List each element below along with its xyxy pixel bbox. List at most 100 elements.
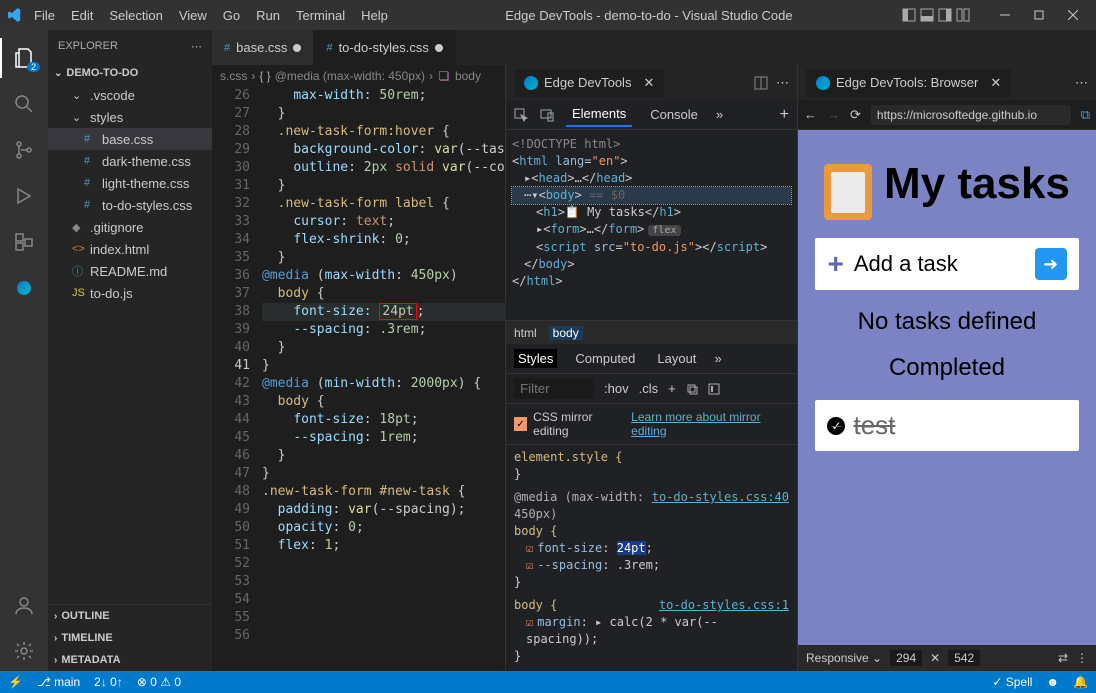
menu-selection[interactable]: Selection [101, 4, 170, 27]
computed-tab[interactable]: Computed [571, 349, 639, 368]
code-content[interactable]: max-width: 50rem; } .new-task-form:hover… [262, 87, 505, 671]
file-styles[interactable]: ⌄styles [48, 106, 212, 128]
menu-view[interactable]: View [171, 4, 215, 27]
copy-icon[interactable] [686, 383, 698, 395]
layout-controls[interactable] [902, 8, 970, 22]
file-to-do-styles.css[interactable]: #to-do-styles.css [48, 194, 212, 216]
reload-button[interactable]: ⟳ [850, 107, 861, 123]
more-icon[interactable]: ⋯ [1075, 75, 1088, 91]
device-width[interactable]: 294 [890, 650, 922, 666]
new-style-icon[interactable]: + [668, 381, 676, 396]
styles-rules[interactable]: element.style {}to-do-styles.css:40@medi… [506, 445, 797, 671]
run-debug-icon[interactable] [0, 176, 48, 216]
editor-area: #base.css#to-do-styles.css s.css› { } @m… [212, 30, 1096, 671]
menu-go[interactable]: Go [215, 4, 248, 27]
styles-filter-bar: :hov .cls + [506, 374, 797, 404]
rotate-icon[interactable]: ⇄ [1058, 651, 1068, 665]
git-branch[interactable]: ⎇ main [37, 675, 80, 689]
settings-icon[interactable] [0, 631, 48, 671]
device-more-icon[interactable]: ⋮ [1076, 651, 1088, 665]
check-icon[interactable]: ✓ [827, 417, 845, 435]
submit-button[interactable]: ➜ [1035, 248, 1067, 280]
devtools-tab[interactable]: Edge DevTools ✕ [514, 69, 664, 97]
timeline-section[interactable]: ›TIMELINE [48, 627, 212, 649]
chevron-more-icon[interactable]: » [714, 351, 721, 366]
console-tab[interactable]: Console [644, 103, 704, 126]
device-height[interactable]: 542 [948, 650, 980, 666]
explorer-more-icon[interactable]: ⋯ [191, 40, 202, 53]
inspect-icon[interactable] [514, 108, 528, 122]
plus-icon[interactable]: + [780, 106, 789, 124]
menu-file[interactable]: File [26, 4, 63, 27]
forward-button[interactable]: → [827, 107, 840, 122]
menu-terminal[interactable]: Terminal [288, 4, 353, 27]
cls-toggle[interactable]: .cls [639, 381, 659, 396]
flexbox-editor-icon[interactable] [708, 383, 720, 395]
device-mode[interactable]: Responsive ⌄ [806, 651, 882, 665]
maximize-button[interactable] [1024, 3, 1054, 27]
editor-tab-0[interactable]: #base.css [212, 30, 314, 65]
devtools-panel: Edge DevTools ✕ ⋯ Elements Console » [506, 65, 798, 671]
breadcrumb[interactable]: s.css› { } @media (max-width: 450px)› ❏ … [212, 65, 505, 87]
mirror-learn-link[interactable]: Learn more about mirror editing [631, 410, 789, 438]
file-light-theme.css[interactable]: #light-theme.css [48, 172, 212, 194]
spell-check[interactable]: ✓ Spell [992, 675, 1032, 689]
close-icon[interactable]: ✕ [990, 75, 1001, 91]
browser-tab[interactable]: Edge DevTools: Browser ✕ [806, 69, 1011, 97]
notifications-icon[interactable]: 🔔 [1073, 675, 1088, 689]
metadata-section[interactable]: ›METADATA [48, 649, 212, 671]
search-icon[interactable] [0, 84, 48, 124]
brackets-icon: ❏ [437, 69, 451, 83]
menu-help[interactable]: Help [353, 4, 396, 27]
add-task-input[interactable]: + Add a task ➜ [815, 238, 1078, 290]
split-icon[interactable] [754, 76, 768, 90]
menu-run[interactable]: Run [248, 4, 288, 27]
sync-status[interactable]: 2↓ 0↑ [94, 675, 123, 689]
layout-tab[interactable]: Layout [653, 349, 700, 368]
line-numbers: 2627282930313233343536373839404142434445… [212, 87, 262, 671]
source-control-icon[interactable] [0, 130, 48, 170]
explorer-icon[interactable]: 2 [0, 38, 48, 78]
dom-tree[interactable]: <!DOCTYPE html> <html lang="en"> ▸<head>… [506, 130, 797, 320]
edge-devtools-icon[interactable] [0, 268, 48, 308]
mirror-checkbox[interactable]: ✓ [514, 417, 527, 431]
url-input[interactable]: https://microsoftedge.github.io [871, 105, 1071, 125]
chevron-more-icon[interactable]: » [716, 107, 723, 122]
file-base.css[interactable]: #base.css [48, 128, 212, 150]
file-dark-theme.css[interactable]: #dark-theme.css [48, 150, 212, 172]
code-editor[interactable]: s.css› { } @media (max-width: 450px)› ❏ … [212, 65, 506, 671]
extensions-icon[interactable] [0, 222, 48, 262]
vscode-logo-icon [8, 8, 22, 22]
close-icon[interactable]: ✕ [643, 75, 654, 91]
browser-toolbar: ← → ⟳ https://microsoftedge.github.io ⧉ [798, 100, 1096, 130]
device-icon[interactable] [540, 108, 554, 122]
minimize-button[interactable] [990, 3, 1020, 27]
outline-section[interactable]: ›OUTLINE [48, 605, 212, 627]
back-button[interactable]: ← [804, 107, 817, 122]
completed-task[interactable]: ✓ test [815, 400, 1078, 451]
browser-preview: My tasks + Add a task ➜ No tasks defined… [798, 130, 1096, 645]
open-external-icon[interactable]: ⧉ [1081, 107, 1090, 123]
styles-tab[interactable]: Styles [514, 349, 557, 368]
editor-tab-1[interactable]: #to-do-styles.css [314, 30, 455, 65]
hov-toggle[interactable]: :hov [604, 381, 629, 396]
remote-indicator[interactable]: ⚡ [8, 675, 23, 689]
styles-tabs: Styles Computed Layout » [506, 344, 797, 374]
file-to-do.js[interactable]: JSto-do.js [48, 282, 212, 304]
close-button[interactable] [1058, 3, 1088, 27]
file-index.html[interactable]: <>index.html [48, 238, 212, 260]
filter-input[interactable] [514, 378, 594, 399]
file-.gitignore[interactable]: ◆.gitignore [48, 216, 212, 238]
project-header[interactable]: ⌄DEMO-TO-DO [48, 62, 212, 84]
dom-breadcrumb[interactable]: html body [506, 320, 797, 344]
account-icon[interactable] [0, 585, 48, 625]
file-README.md[interactable]: ⓘREADME.md [48, 260, 212, 282]
elements-tab[interactable]: Elements [566, 102, 632, 127]
file-.vscode[interactable]: ⌄.vscode [48, 84, 212, 106]
status-bar: ⚡ ⎇ main 2↓ 0↑ ⊗ 0 ⚠ 0 ✓ Spell ☻ 🔔 [0, 671, 1096, 693]
more-icon[interactable]: ⋯ [776, 75, 789, 91]
problems-status[interactable]: ⊗ 0 ⚠ 0 [137, 675, 181, 689]
menu-edit[interactable]: Edit [63, 4, 101, 27]
window-title: Edge DevTools - demo-to-do - Visual Stud… [400, 8, 898, 23]
feedback-icon[interactable]: ☻ [1046, 675, 1059, 689]
